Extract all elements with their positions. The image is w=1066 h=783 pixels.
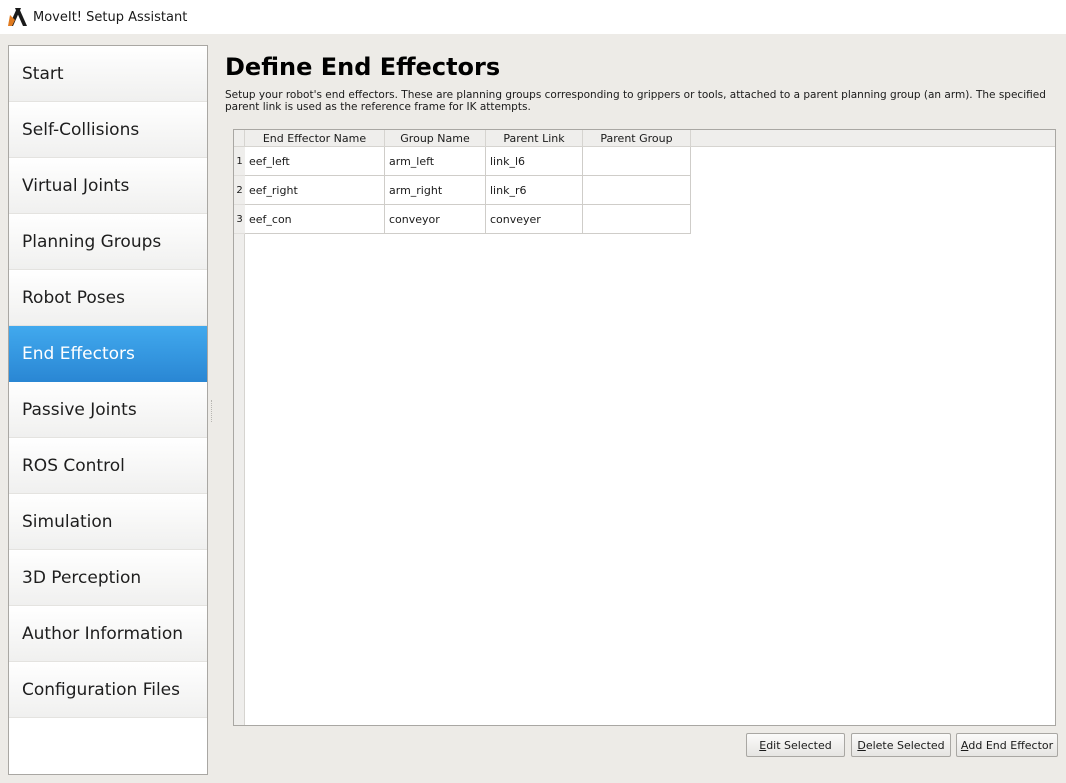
edit-selected-button[interactable]: Edit Selected xyxy=(746,733,845,757)
sidebar-item-author-information[interactable]: Author Information xyxy=(9,606,207,662)
mnemonic-a: A xyxy=(960,738,969,752)
delete-selected-button[interactable]: Delete Selected xyxy=(851,733,951,757)
column-header-end-effector-name[interactable]: End Effector Name xyxy=(245,130,385,147)
table-cell[interactable]: conveyor xyxy=(385,205,486,234)
page-description: Setup your robot's end effectors. These … xyxy=(225,89,1046,113)
table-cell[interactable]: eef_con xyxy=(245,205,385,234)
table-cell[interactable]: arm_left xyxy=(385,147,486,176)
sidebar-item-start[interactable]: Start xyxy=(9,46,207,102)
sidebar-item-end-effectors[interactable]: End Effectors xyxy=(9,326,207,382)
sidebar-item-virtual-joints[interactable]: Virtual Joints xyxy=(9,158,207,214)
sidebar-item-simulation[interactable]: Simulation xyxy=(9,494,207,550)
table-corner-button[interactable] xyxy=(234,130,245,147)
splitter-handle[interactable] xyxy=(211,400,214,422)
row-number[interactable]: 3 xyxy=(234,205,245,234)
add-end-effector-button[interactable]: Add End Effector xyxy=(956,733,1058,757)
sidebar-item-planning-groups[interactable]: Planning Groups xyxy=(9,214,207,270)
sidebar-item-configuration-files[interactable]: Configuration Files xyxy=(9,662,207,718)
table-cell[interactable]: arm_right xyxy=(385,176,486,205)
button-label: dd End Effector xyxy=(968,738,1054,752)
row-number[interactable]: 2 xyxy=(234,176,245,205)
mnemonic-d: D xyxy=(857,738,866,752)
sidebar-nav: Start Self-Collisions Virtual Joints Pla… xyxy=(8,45,208,775)
moveit-logo-icon xyxy=(8,8,27,26)
table-cell[interactable]: conveyer xyxy=(486,205,583,234)
table-cell[interactable] xyxy=(583,176,691,205)
table-header-band xyxy=(691,130,1055,147)
button-label: dit Selected xyxy=(766,738,832,752)
window-title: MoveIt! Setup Assistant xyxy=(33,9,188,25)
page-title: Define End Effectors xyxy=(225,53,501,81)
button-label: elete Selected xyxy=(865,738,945,752)
column-header-group-name[interactable]: Group Name xyxy=(385,130,486,147)
sidebar-item-passive-joints[interactable]: Passive Joints xyxy=(9,382,207,438)
column-header-parent-group[interactable]: Parent Group xyxy=(583,130,691,147)
row-number[interactable]: 1 xyxy=(234,147,245,176)
column-header-parent-link[interactable]: Parent Link xyxy=(486,130,583,147)
table-cell[interactable]: eef_right xyxy=(245,176,385,205)
title-bar: MoveIt! Setup Assistant xyxy=(0,0,1066,34)
table-cell[interactable]: link_l6 xyxy=(486,147,583,176)
table-cell[interactable]: eef_left xyxy=(245,147,385,176)
end-effectors-table[interactable]: End Effector Name Group Name Parent Link… xyxy=(233,129,1056,726)
table-cell[interactable]: link_r6 xyxy=(486,176,583,205)
sidebar-item-3d-perception[interactable]: 3D Perception xyxy=(9,550,207,606)
table-cell[interactable] xyxy=(583,205,691,234)
sidebar-item-self-collisions[interactable]: Self-Collisions xyxy=(9,102,207,158)
mnemonic-e: E xyxy=(759,738,767,752)
sidebar-item-ros-control[interactable]: ROS Control xyxy=(9,438,207,494)
sidebar-item-robot-poses[interactable]: Robot Poses xyxy=(9,270,207,326)
table-cell[interactable] xyxy=(583,147,691,176)
